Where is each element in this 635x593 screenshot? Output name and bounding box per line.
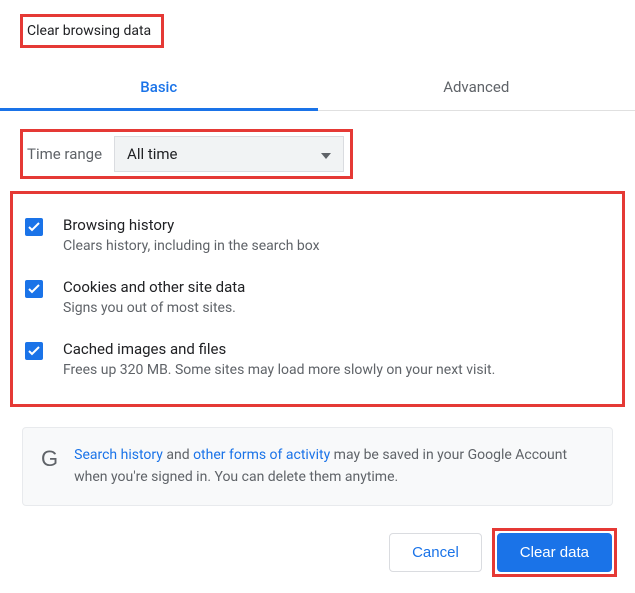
option-title: Browsing history — [63, 216, 320, 234]
cancel-button[interactable]: Cancel — [389, 533, 482, 572]
checkbox-cookies[interactable] — [25, 280, 43, 298]
dialog-title: Clear browsing data — [27, 23, 151, 39]
checkmark-icon — [28, 346, 40, 356]
tab-basic[interactable]: Basic — [0, 66, 318, 110]
option-title: Cookies and other site data — [63, 278, 245, 296]
timerange-highlight: Time range All time — [20, 129, 353, 179]
option-browsing-history: Browsing history Clears history, includi… — [19, 204, 616, 266]
option-text: Browsing history Clears history, includi… — [63, 216, 320, 254]
option-desc: Signs you out of most sites. — [63, 300, 245, 316]
dialog-title-highlight: Clear browsing data — [20, 14, 164, 48]
option-text: Cookies and other site data Signs you ou… — [63, 278, 245, 316]
checkbox-cached[interactable] — [25, 342, 43, 360]
tab-basic-label: Basic — [140, 78, 177, 96]
option-desc: Frees up 320 MB. Some sites may load mor… — [63, 362, 495, 378]
options-highlight: Browsing history Clears history, includi… — [10, 191, 625, 407]
clear-data-button[interactable]: Clear data — [497, 533, 612, 572]
checkbox-browsing-history[interactable] — [25, 218, 43, 236]
tab-advanced[interactable]: Advanced — [318, 66, 635, 110]
google-g-icon: G — [41, 444, 58, 470]
notice-text-part: and — [163, 447, 193, 463]
notice-text: Search history and other forms of activi… — [74, 444, 594, 489]
link-search-history[interactable]: Search history — [74, 447, 163, 463]
option-cookies: Cookies and other site data Signs you ou… — [19, 266, 616, 328]
timerange-label: Time range — [27, 145, 102, 163]
caret-down-icon — [321, 145, 331, 163]
checkmark-icon — [28, 284, 40, 294]
timerange-value: All time — [127, 145, 177, 163]
option-cached: Cached images and files Frees up 320 MB.… — [19, 328, 616, 390]
dialog-footer: Cancel Clear data — [389, 528, 617, 577]
google-account-notice: G Search history and other forms of acti… — [22, 427, 613, 506]
clear-button-highlight: Clear data — [492, 528, 617, 577]
tab-advanced-label: Advanced — [443, 78, 509, 96]
checkmark-icon — [28, 222, 40, 232]
option-title: Cached images and files — [63, 340, 495, 358]
option-text: Cached images and files Frees up 320 MB.… — [63, 340, 495, 378]
option-desc: Clears history, including in the search … — [63, 238, 320, 254]
timerange-select[interactable]: All time — [114, 136, 344, 172]
link-other-activity[interactable]: other forms of activity — [193, 447, 330, 463]
tabs: Basic Advanced — [0, 66, 635, 111]
